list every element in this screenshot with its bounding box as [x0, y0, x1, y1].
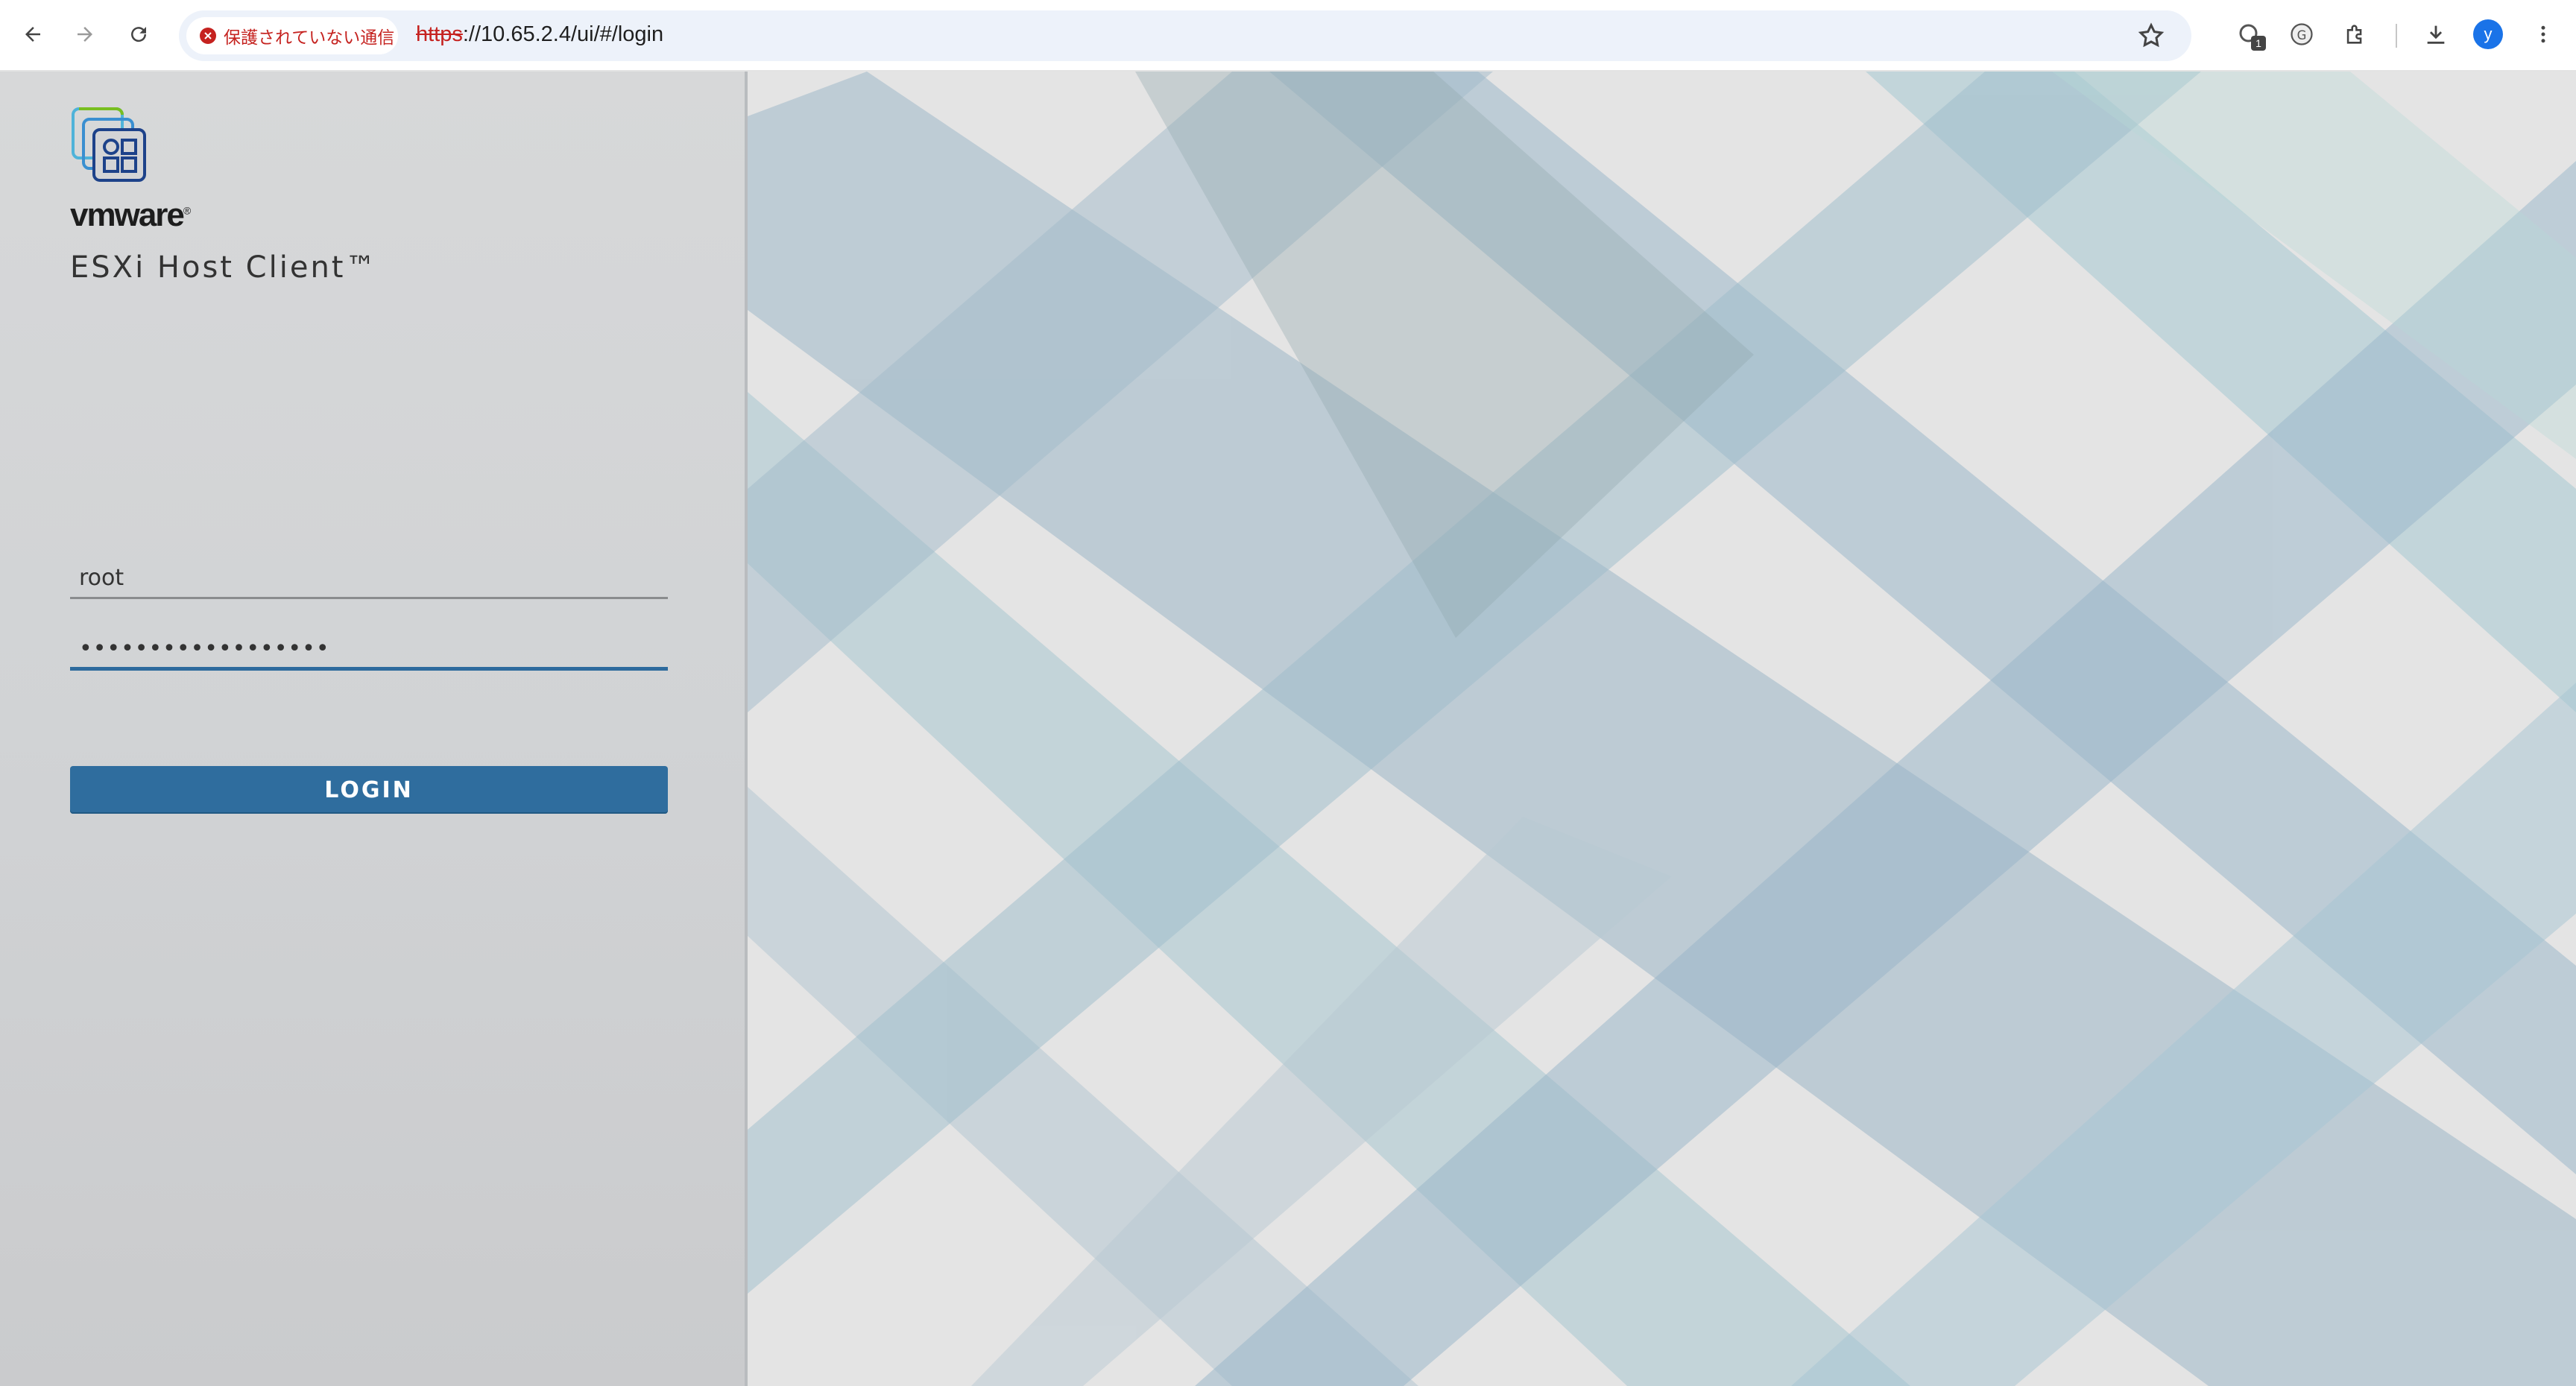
google-icon: G	[2291, 23, 2313, 45]
extensions-button[interactable]	[2337, 16, 2373, 52]
kebab-menu-icon	[2541, 25, 2545, 43]
security-label: 保護されていない通信	[224, 28, 395, 48]
arrow-left-icon	[25, 27, 40, 42]
browser-toolbar: 保護されていない通信 https://10.65.2.4/ui/#/login …	[0, 0, 2576, 72]
extension-badge-button[interactable]: 1	[2232, 16, 2267, 52]
toolbar-separator	[2396, 24, 2397, 48]
url-scheme: https	[416, 22, 463, 46]
extension-badge: 1	[2251, 36, 2266, 51]
reload-button[interactable]	[119, 15, 158, 54]
address-bar[interactable]: 保護されていない通信 https://10.65.2.4/ui/#/login	[179, 10, 2191, 61]
forward-button[interactable]	[66, 15, 104, 54]
google-lens-button[interactable]: G	[2284, 16, 2320, 52]
arrow-right-icon	[78, 27, 92, 42]
brand-text: vmware	[70, 197, 185, 233]
puzzle-icon	[2346, 25, 2362, 44]
download-icon	[2427, 25, 2445, 44]
reload-icon	[131, 27, 147, 42]
vmware-logo: vmware®	[70, 197, 191, 233]
url-text[interactable]: https://10.65.2.4/ui/#/login	[416, 22, 663, 47]
background-pattern	[748, 72, 2576, 1386]
back-button[interactable]	[13, 15, 52, 54]
login-panel: vmware® ESXi Host Client™ LOGIN	[0, 72, 748, 1386]
bookmark-star-icon[interactable]	[2136, 21, 2166, 51]
url-path: ://10.65.2.4/ui/#/login	[462, 22, 664, 46]
esxi-logo-icon	[72, 107, 146, 182]
password-field[interactable]	[70, 630, 668, 671]
diagonal-bands-graphic	[748, 72, 2576, 1386]
browser-menu-button[interactable]	[2525, 16, 2561, 52]
not-secure-icon	[200, 28, 216, 44]
login-button[interactable]: LOGIN	[70, 766, 668, 814]
username-field[interactable]	[70, 559, 668, 599]
svg-text:G: G	[2297, 28, 2307, 42]
security-chip[interactable]: 保護されていない通信	[186, 17, 398, 54]
product-title: ESXi Host Client™	[70, 250, 378, 285]
downloads-button[interactable]	[2418, 16, 2454, 52]
profile-avatar[interactable]: y	[2473, 19, 2503, 49]
